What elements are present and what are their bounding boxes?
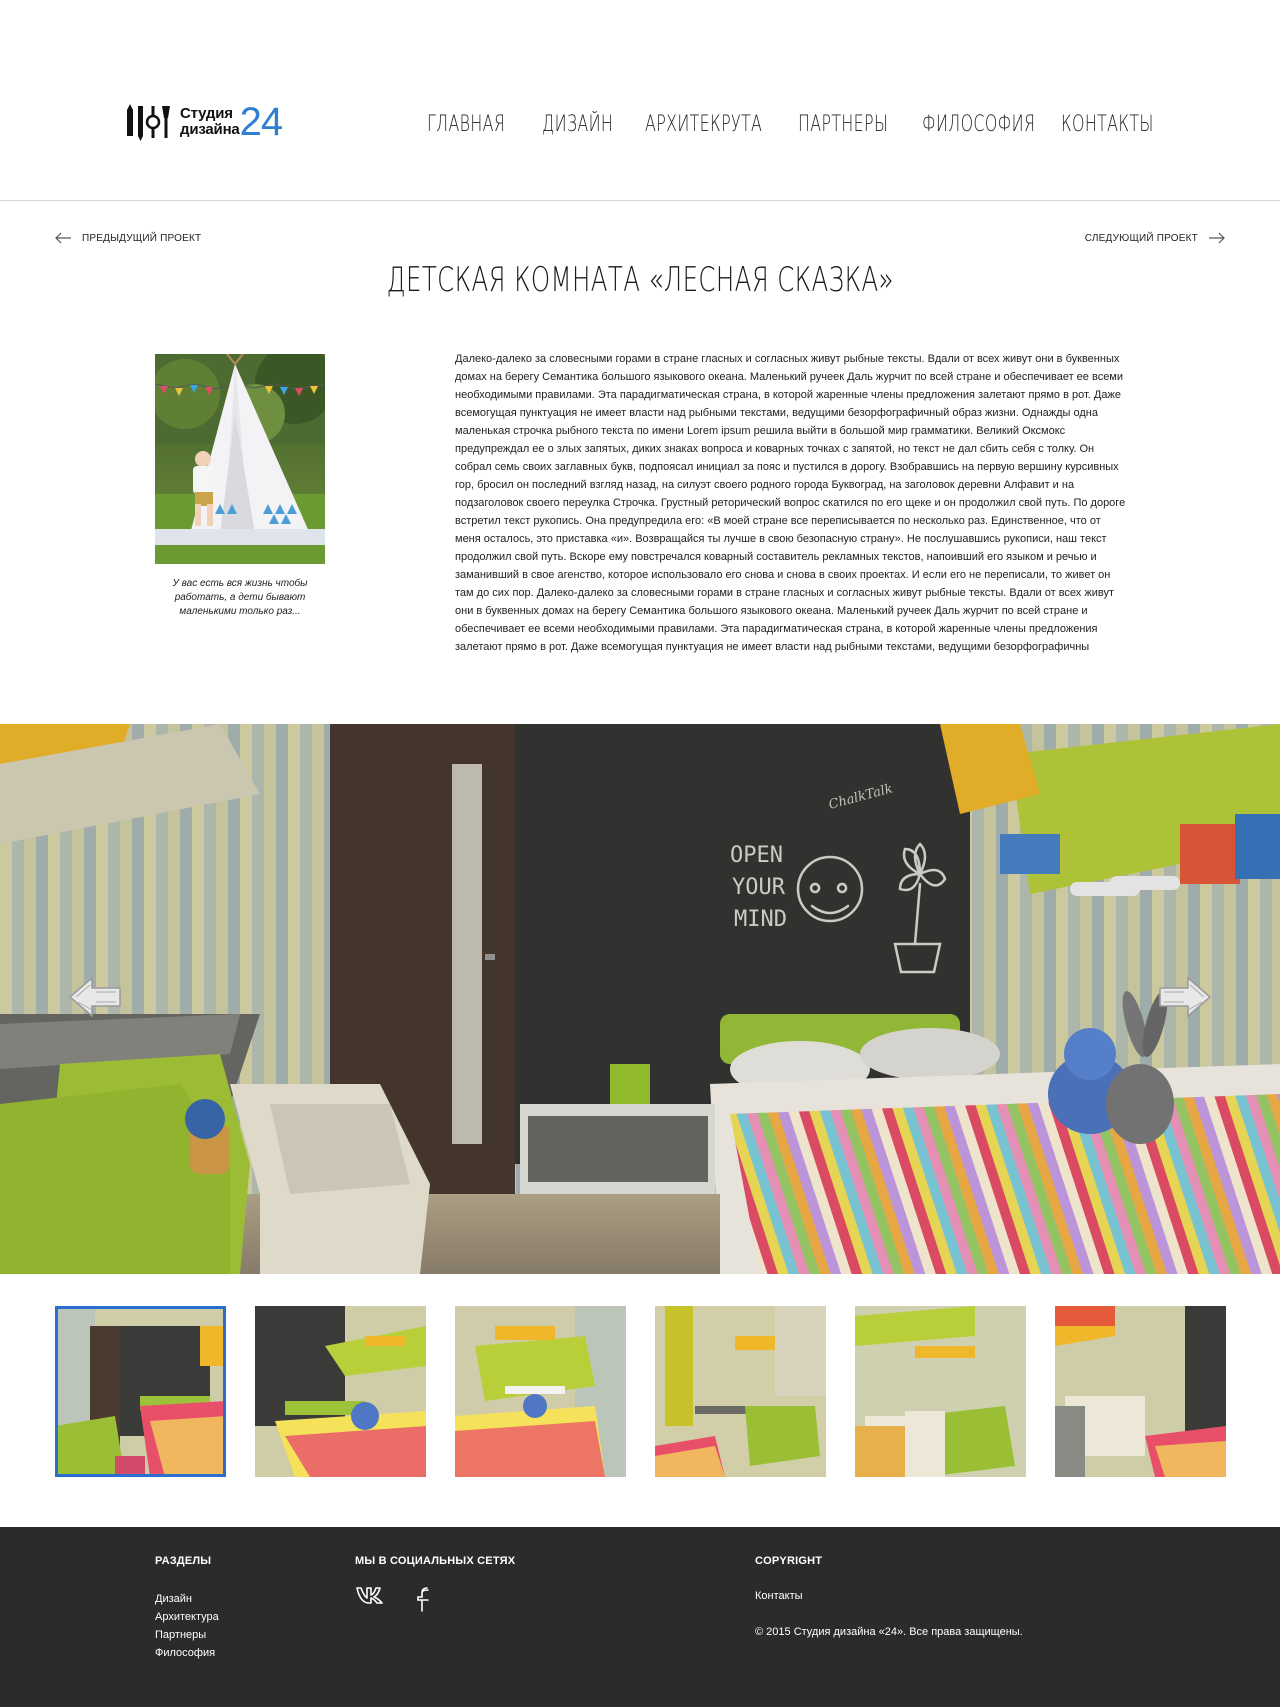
thumbnail-5-image: [855, 1306, 1026, 1477]
thumbnail-6[interactable]: [1055, 1306, 1226, 1477]
logo-line2: дизайна: [180, 121, 240, 138]
arrow-left-icon: [55, 232, 71, 244]
site-header: Студия дизайна 24 Главная Дизайн Архитек…: [0, 0, 1280, 201]
slider-prev-arrow[interactable]: [68, 974, 122, 1020]
footer-contacts-link[interactable]: Контакты: [755, 1590, 803, 1602]
facebook-link[interactable]: [414, 1585, 434, 1613]
nav-design[interactable]: Дизайн: [542, 112, 613, 137]
footer-copyright-text: © 2015 Студия дизайна «24». Все права за…: [755, 1626, 1023, 1638]
thumbnail-strip: [55, 1306, 1226, 1477]
logo-line1: Студия: [180, 105, 233, 122]
thumbnail-2-image: [255, 1306, 426, 1477]
prev-project-link[interactable]: Предыдущий проект: [54, 232, 201, 244]
thumbnail-5[interactable]: [855, 1306, 1026, 1477]
footer-link-design[interactable]: Дизайн: [155, 1590, 219, 1608]
slider-main-image: OPEN YOUR MIND ChalkTalk: [0, 724, 1280, 1274]
thumbnail-3[interactable]: [455, 1306, 626, 1477]
site-footer: Разделы Мы в социальных сетях Copyright …: [0, 1527, 1280, 1707]
project-description: Далеко-далеко за словесными горами в стр…: [455, 353, 1126, 653]
tipi-photo-image: [155, 354, 325, 564]
footer-sections-heading: Разделы: [155, 1555, 212, 1567]
nav-home[interactable]: Главная: [427, 112, 505, 137]
facebook-icon: [417, 1587, 429, 1612]
footer-sections-list: Дизайн Архитектура Партнеры Философия: [155, 1590, 219, 1662]
next-project-label: Следующий проект: [1084, 232, 1198, 244]
vk-link[interactable]: [355, 1585, 387, 1605]
thumbnail-6-image: [1055, 1306, 1226, 1477]
thumbnail-3-image: [455, 1306, 626, 1477]
tipi-photo: [155, 354, 325, 564]
footer-copyright-heading: Copyright: [755, 1555, 823, 1567]
thumbnail-4-image: [655, 1306, 826, 1477]
prev-project-label: Предыдущий проект: [82, 232, 202, 244]
logo-number: 24: [239, 100, 283, 144]
footer-social-heading: Мы в социальных сетях: [355, 1555, 516, 1567]
slider-next-arrow[interactable]: [1158, 974, 1212, 1020]
thumbnail-1[interactable]: [55, 1306, 226, 1477]
thumbnail-1-image: [55, 1306, 226, 1477]
thumbnail-4[interactable]: [655, 1306, 826, 1477]
arrow-right-icon: [1209, 232, 1225, 244]
logo-tools-icon: [127, 104, 170, 141]
nav-philosophy[interactable]: Философия: [922, 112, 1035, 137]
nav-contacts[interactable]: Контакты: [1061, 112, 1154, 137]
next-project-link[interactable]: Следующий проект: [1085, 232, 1226, 244]
page-title-text: Детская комната «Лесная сказка»: [386, 260, 894, 300]
main-slider: OPEN YOUR MIND ChalkTalk: [0, 724, 1280, 1274]
footer-link-philosophy[interactable]: Философия: [155, 1644, 219, 1662]
thumbnail-2[interactable]: [255, 1306, 426, 1477]
photo-caption: У вас есть вся жизнь чтобы работать, а д…: [172, 578, 308, 617]
footer-link-architecture[interactable]: Архитектура: [155, 1608, 219, 1626]
vk-icon: [356, 1587, 383, 1604]
nav-architecture[interactable]: Архитекрута: [645, 112, 762, 137]
nav-partners[interactable]: Партнеры: [798, 112, 888, 137]
logo[interactable]: Студия дизайна 24: [124, 100, 284, 144]
footer-link-partners[interactable]: Партнеры: [155, 1626, 219, 1644]
page-title: Детская комната «Лесная сказка»: [0, 260, 1280, 300]
